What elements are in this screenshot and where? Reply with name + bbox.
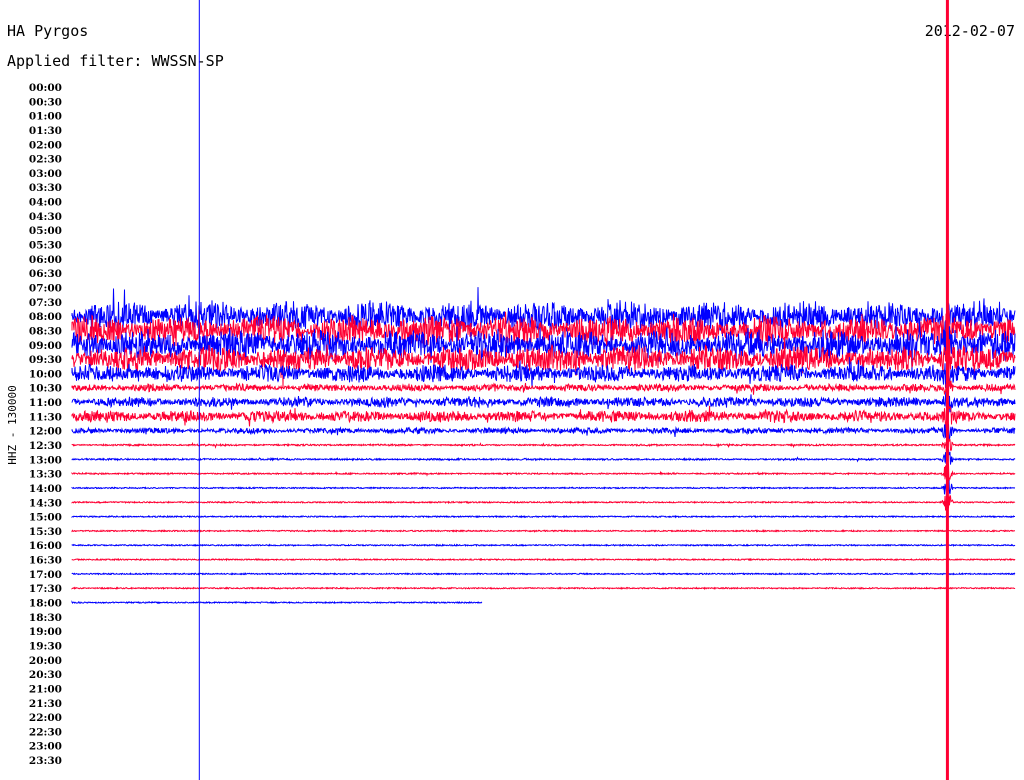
filter-label: Applied filter: WWSSN-SP xyxy=(7,52,224,70)
tick-label: 08:00 xyxy=(29,311,62,323)
tick-label: 19:00 xyxy=(29,626,62,638)
trace-1230 xyxy=(71,438,1016,457)
trace-1200 xyxy=(71,423,1016,443)
tick-label: 20:30 xyxy=(29,669,62,681)
tick-label: 13:00 xyxy=(29,454,62,466)
tick-label: 02:30 xyxy=(29,154,62,166)
tick-label: 23:00 xyxy=(29,741,62,753)
tick-label: 16:30 xyxy=(29,555,62,567)
trace-1130 xyxy=(71,404,1016,433)
date-label: 2012-02-07 xyxy=(925,22,1015,40)
tick-label: 10:00 xyxy=(29,368,62,380)
trace-1730 xyxy=(71,586,1016,591)
tick-label: 22:30 xyxy=(29,726,62,738)
time-tick-labels: 00:00 00:30 01:00 01:30 02:00 02:30 03:00 03:30… xyxy=(29,82,62,767)
tick-label: 21:30 xyxy=(29,698,62,710)
tick-label: 23:30 xyxy=(29,755,62,767)
tick-label: 03:30 xyxy=(29,182,62,194)
tick-label: 01:30 xyxy=(29,125,62,137)
trace-1800 xyxy=(71,600,483,605)
tick-label: 11:00 xyxy=(29,397,62,409)
tick-label: 18:00 xyxy=(29,598,62,610)
tick-label: 13:30 xyxy=(29,469,62,481)
trace-1330 xyxy=(71,463,1016,482)
trace-1600 xyxy=(71,543,1016,548)
tick-label: 06:00 xyxy=(29,254,62,266)
trace-1300 xyxy=(71,447,1016,465)
tick-label: 00:00 xyxy=(29,82,62,94)
tick-label: 17:00 xyxy=(29,569,62,581)
tick-label: 17:30 xyxy=(29,583,62,595)
channel-label: HHZ - 130000 xyxy=(6,385,19,464)
tick-label: 04:30 xyxy=(29,211,62,223)
tick-label: 12:00 xyxy=(29,426,62,438)
tick-label: 05:00 xyxy=(29,225,62,237)
trace-1030 xyxy=(71,376,1016,397)
tick-label: 01:00 xyxy=(29,111,62,123)
tick-label: 18:30 xyxy=(29,612,62,624)
trace-1700 xyxy=(71,572,1016,576)
tick-label: 14:30 xyxy=(29,497,62,509)
trace-1500 xyxy=(71,514,1015,519)
tick-label: 21:00 xyxy=(29,683,62,695)
tick-label: 05:30 xyxy=(29,240,62,252)
tick-label: 06:30 xyxy=(29,268,62,280)
helicorder-chart: HA Pyrgos Applied filter: WWSSN-SP 2012-… xyxy=(0,0,1024,780)
tick-label: 08:30 xyxy=(29,325,62,337)
tick-label: 02:00 xyxy=(29,139,62,151)
tick-label: 19:30 xyxy=(29,640,62,652)
tick-label: 12:30 xyxy=(29,440,62,452)
trace-1530 xyxy=(71,528,1016,533)
tick-label: 16:00 xyxy=(29,540,62,552)
trace-1630 xyxy=(71,557,1016,562)
tick-label: 20:00 xyxy=(29,655,62,667)
tick-label: 09:30 xyxy=(29,354,62,366)
tick-label: 22:00 xyxy=(29,712,62,724)
tick-label: 15:00 xyxy=(29,512,62,524)
trace-1400 xyxy=(71,480,1016,497)
trace-1100 xyxy=(71,392,1016,415)
tick-label: 14:00 xyxy=(29,483,62,495)
tick-label: 10:30 xyxy=(29,383,62,395)
tick-label: 04:00 xyxy=(29,197,62,209)
station-title: HA Pyrgos xyxy=(7,22,88,40)
tick-label: 07:30 xyxy=(29,297,62,309)
tick-label: 03:00 xyxy=(29,168,62,180)
tick-label: 11:30 xyxy=(29,411,62,423)
trace-1430 xyxy=(71,492,1016,514)
tick-label: 15:30 xyxy=(29,526,62,538)
tick-label: 07:00 xyxy=(29,282,62,294)
tick-label: 00:30 xyxy=(29,96,62,108)
tick-label: 09:00 xyxy=(29,340,62,352)
seismic-traces xyxy=(71,287,1016,605)
